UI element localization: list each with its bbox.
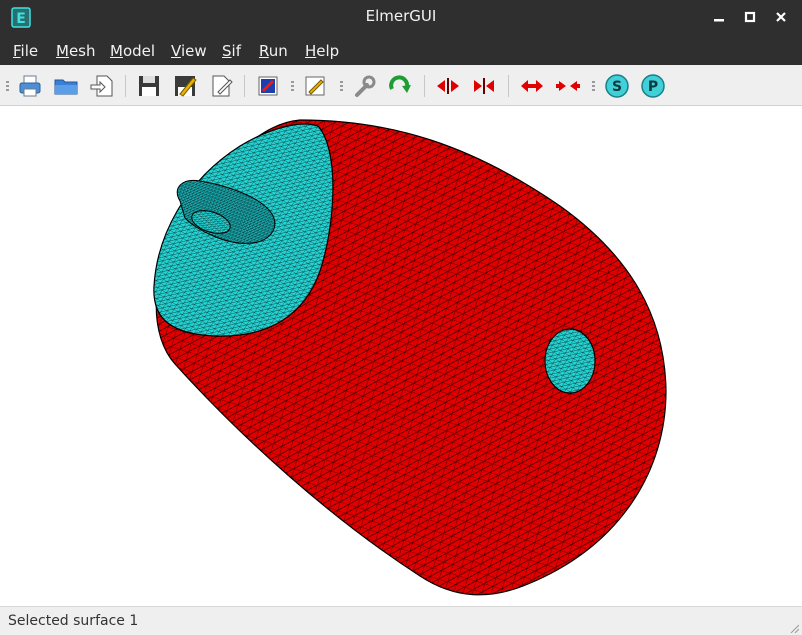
maximize-icon[interactable] — [742, 9, 758, 25]
toolbar: S P — [0, 65, 802, 106]
status-bar: Selected surface 1 — [0, 606, 802, 635]
gl-viewport[interactable] — [0, 106, 802, 606]
svg-text:S: S — [612, 79, 622, 95]
save-as-icon[interactable] — [172, 73, 198, 99]
import-icon[interactable] — [89, 73, 115, 99]
elmergui-window: E ElmerGUI File Mesh Model View Sif Run … — [0, 0, 802, 635]
toolbar-separator — [244, 75, 245, 97]
resize-grip-icon[interactable] — [789, 623, 799, 633]
unify-surface-icon[interactable] — [435, 73, 461, 99]
save-icon[interactable] — [136, 73, 162, 99]
menu-file[interactable]: File — [13, 42, 38, 60]
svg-text:P: P — [648, 79, 658, 95]
window-title: ElmerGUI — [365, 7, 437, 25]
model-icon[interactable] — [255, 73, 281, 99]
minimize-icon[interactable] — [711, 9, 727, 25]
divide-surface-icon[interactable] — [471, 73, 497, 99]
divide-edge-icon[interactable] — [555, 73, 581, 99]
wrench-icon[interactable] — [351, 73, 377, 99]
toolbar-separator — [125, 75, 126, 97]
toolbar-grip[interactable] — [340, 81, 343, 91]
toolbar-grip[interactable] — [291, 81, 294, 91]
refresh-icon[interactable] — [387, 73, 413, 99]
edit-sif-icon[interactable] — [302, 73, 328, 99]
postprocessor-icon[interactable]: P — [640, 73, 666, 99]
side-hole-surface[interactable] — [544, 328, 596, 394]
menu-model[interactable]: Model — [110, 42, 155, 60]
close-icon[interactable] — [773, 9, 789, 25]
start-solver-icon[interactable]: S — [604, 73, 630, 99]
toolbar-grip[interactable] — [592, 81, 595, 91]
menu-run[interactable]: Run — [259, 42, 288, 60]
edit-document-icon[interactable] — [208, 73, 234, 99]
status-message: Selected surface 1 — [8, 613, 139, 629]
menu-sif[interactable]: Sif — [222, 42, 241, 60]
print-icon[interactable] — [17, 73, 43, 99]
menu-help[interactable]: Help — [305, 42, 339, 60]
open-folder-icon[interactable] — [53, 73, 79, 99]
toolbar-grip[interactable] — [6, 81, 9, 91]
toolbar-separator — [424, 75, 425, 97]
menu-bar: File Mesh Model View Sif Run Help — [0, 35, 802, 65]
title-bar[interactable]: E ElmerGUI — [0, 0, 802, 35]
unify-edge-icon[interactable] — [519, 73, 545, 99]
mesh-model[interactable] — [0, 106, 802, 606]
menu-mesh[interactable]: Mesh — [56, 42, 96, 60]
menu-view[interactable]: View — [171, 42, 207, 60]
toolbar-separator — [508, 75, 509, 97]
